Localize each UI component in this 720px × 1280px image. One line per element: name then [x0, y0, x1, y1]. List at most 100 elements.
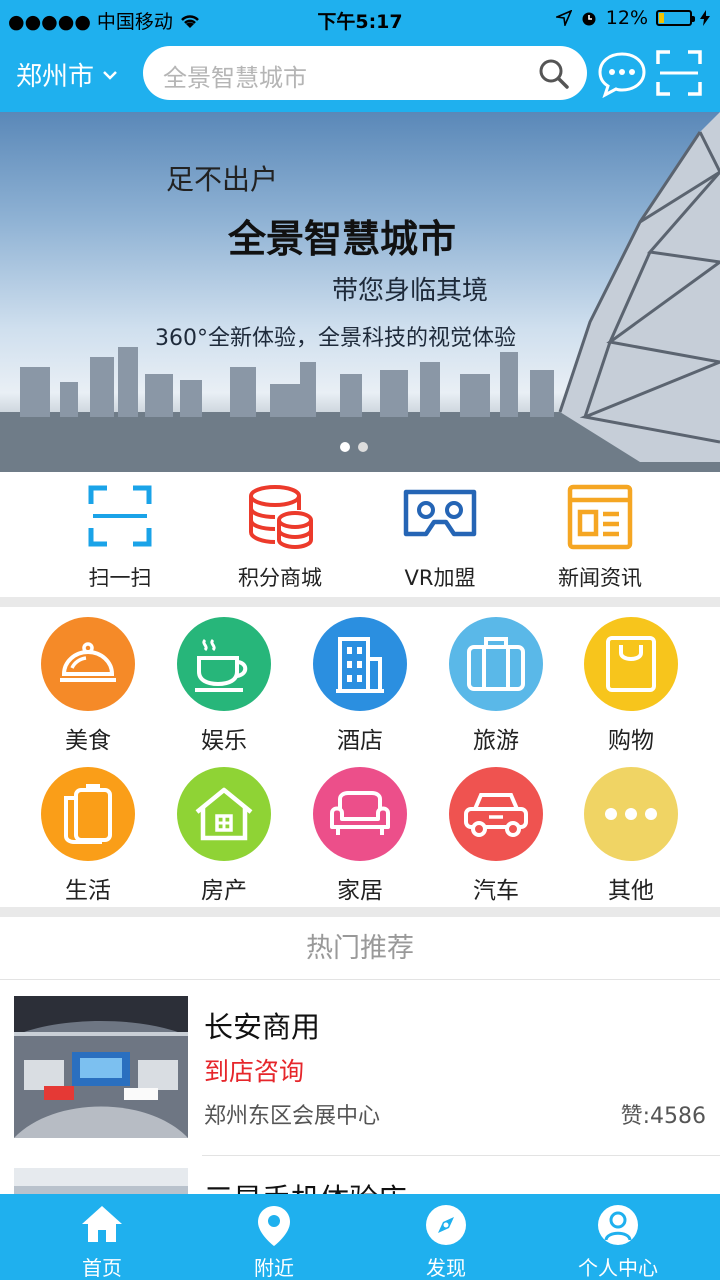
- panorama-thumbnail-image: [14, 996, 188, 1138]
- location-arrow-icon: [555, 10, 572, 26]
- banner-line-1: 足不出户: [166, 163, 279, 196]
- quick-action-scan[interactable]: 扫一扫: [50, 484, 190, 590]
- scan-icon[interactable]: [656, 50, 702, 96]
- category-grid: 美食 娱乐 酒店 旅游 购物 生活 房产 家居 汽车 其他: [0, 607, 720, 907]
- bottom-tab-bar: 首页 附近 发现 个人中心: [0, 1194, 720, 1280]
- search-icon[interactable]: [537, 57, 571, 91]
- list-divider: [202, 1155, 720, 1156]
- category-label: 购物: [608, 728, 654, 754]
- category-icon-circle: [584, 617, 678, 711]
- banner-line-3: 带您身临其境: [332, 276, 489, 306]
- category-home[interactable]: 家居: [305, 767, 415, 905]
- hot-section-title: 热门推荐: [0, 918, 720, 980]
- city-selector[interactable]: 郑州市: [16, 56, 118, 93]
- hotel-building-icon: [336, 637, 384, 693]
- status-bar: ●●●●● 中国移动 下午5:17 12%: [0, 0, 720, 38]
- battery-percent: 12%: [605, 7, 648, 29]
- carousel-dot: [358, 442, 368, 452]
- section-divider: [0, 597, 720, 607]
- banner-line-4: 360°全新体验，全景科技的视觉体验: [155, 326, 516, 351]
- quick-action-news[interactable]: 新闻资讯: [530, 484, 670, 590]
- banner-carousel[interactable]: 足不出户 全景智慧城市 带您身临其境 360°全新体验，全景科技的视觉体验: [0, 112, 720, 472]
- category-label: 汽车: [473, 878, 519, 904]
- category-icon-circle: [177, 617, 271, 711]
- item-likes: 赞:4586: [620, 1104, 706, 1129]
- category-label: 酒店: [337, 728, 383, 754]
- section-divider: [0, 907, 720, 917]
- category-icon-circle: [313, 617, 407, 711]
- category-food[interactable]: 美食: [33, 617, 143, 755]
- tab-discover[interactable]: 发现: [356, 1194, 536, 1280]
- item-tag[interactable]: 到店咨询: [204, 1052, 304, 1088]
- category-car[interactable]: 汽车: [441, 767, 551, 905]
- quick-actions-row: 扫一扫 积分商城 VR加盟 新闻资讯: [0, 472, 720, 597]
- item-name: 长安商用: [204, 1010, 321, 1044]
- tab-home[interactable]: 首页: [12, 1194, 192, 1280]
- car-icon: [464, 793, 528, 837]
- quick-action-label: 扫一扫: [88, 566, 152, 590]
- message-icon[interactable]: [597, 50, 647, 98]
- shopping-bag-icon: [606, 636, 656, 692]
- chevron-down-icon: [103, 70, 117, 80]
- quick-action-label: VR加盟: [404, 566, 476, 590]
- category-label: 娱乐: [201, 728, 247, 754]
- house-icon: [195, 787, 253, 841]
- category-icon-circle: [584, 767, 678, 861]
- top-bar: 郑州市 全景智慧城市: [0, 38, 720, 112]
- category-icon-circle: [41, 617, 135, 711]
- search-placeholder: 全景智慧城市: [163, 64, 307, 92]
- life-icon: [64, 784, 112, 844]
- search-bar[interactable]: 全景智慧城市: [143, 46, 587, 100]
- app-root: ●●●●● 中国移动 下午5:17 12% 郑州市 全景智慧城市 足不出户 全景…: [0, 0, 720, 1280]
- tab-nearby[interactable]: 附近: [184, 1194, 364, 1280]
- list-item[interactable]: 长安商用 到店咨询 郑州东区会展中心 赞:4586: [14, 996, 720, 1138]
- coins-icon: [249, 485, 313, 550]
- category-travel[interactable]: 旅游: [441, 617, 551, 755]
- user-icon: [598, 1205, 638, 1245]
- category-label: 房产: [201, 878, 247, 904]
- category-label: 家居: [337, 878, 383, 904]
- battery-icon: [656, 10, 695, 26]
- item-thumbnail: [14, 996, 188, 1138]
- quick-action-label: 积分商城: [238, 566, 322, 590]
- more-icon: [605, 808, 657, 820]
- category-shopping[interactable]: 购物: [576, 617, 686, 755]
- tab-label: 发现: [426, 1256, 466, 1280]
- category-other[interactable]: 其他: [576, 767, 686, 905]
- coffee-cup-icon: [195, 638, 248, 692]
- scan-icon: [88, 485, 152, 547]
- category-label: 美食: [65, 728, 111, 754]
- carousel-dot-active: [340, 442, 350, 452]
- category-icon-circle: [449, 767, 543, 861]
- tab-label: 个人中心: [578, 1256, 658, 1280]
- alarm-icon: [582, 12, 596, 26]
- tab-label: 附近: [254, 1256, 294, 1280]
- category-life[interactable]: 生活: [33, 767, 143, 905]
- category-label: 生活: [65, 878, 111, 904]
- vr-headset-icon: [403, 489, 477, 537]
- category-icon-circle: [449, 617, 543, 711]
- charging-icon: [700, 10, 710, 26]
- category-icon-circle: [177, 767, 271, 861]
- quick-action-label: 新闻资讯: [558, 566, 642, 590]
- compass-icon: [426, 1205, 466, 1245]
- suitcase-icon: [467, 637, 525, 691]
- banner-title: 全景智慧城市: [228, 217, 457, 261]
- carousel-indicator: [340, 442, 368, 452]
- location-pin-icon: [258, 1206, 290, 1246]
- sofa-icon: [330, 791, 390, 835]
- category-label: 旅游: [473, 728, 519, 754]
- tab-profile[interactable]: 个人中心: [528, 1194, 708, 1280]
- category-icon-circle: [313, 767, 407, 861]
- status-right: 12%: [555, 7, 710, 29]
- home-icon: [82, 1206, 122, 1242]
- category-entertainment[interactable]: 娱乐: [169, 617, 279, 755]
- category-real-estate[interactable]: 房产: [169, 767, 279, 905]
- city-label: 郑州市: [16, 62, 95, 92]
- item-address: 郑州东区会展中心: [204, 1104, 381, 1129]
- category-hotel[interactable]: 酒店: [305, 617, 415, 755]
- quick-action-vr[interactable]: VR加盟: [370, 484, 510, 590]
- category-label: 其他: [608, 878, 654, 904]
- quick-action-points-mall[interactable]: 积分商城: [210, 484, 350, 590]
- category-icon-circle: [41, 767, 135, 861]
